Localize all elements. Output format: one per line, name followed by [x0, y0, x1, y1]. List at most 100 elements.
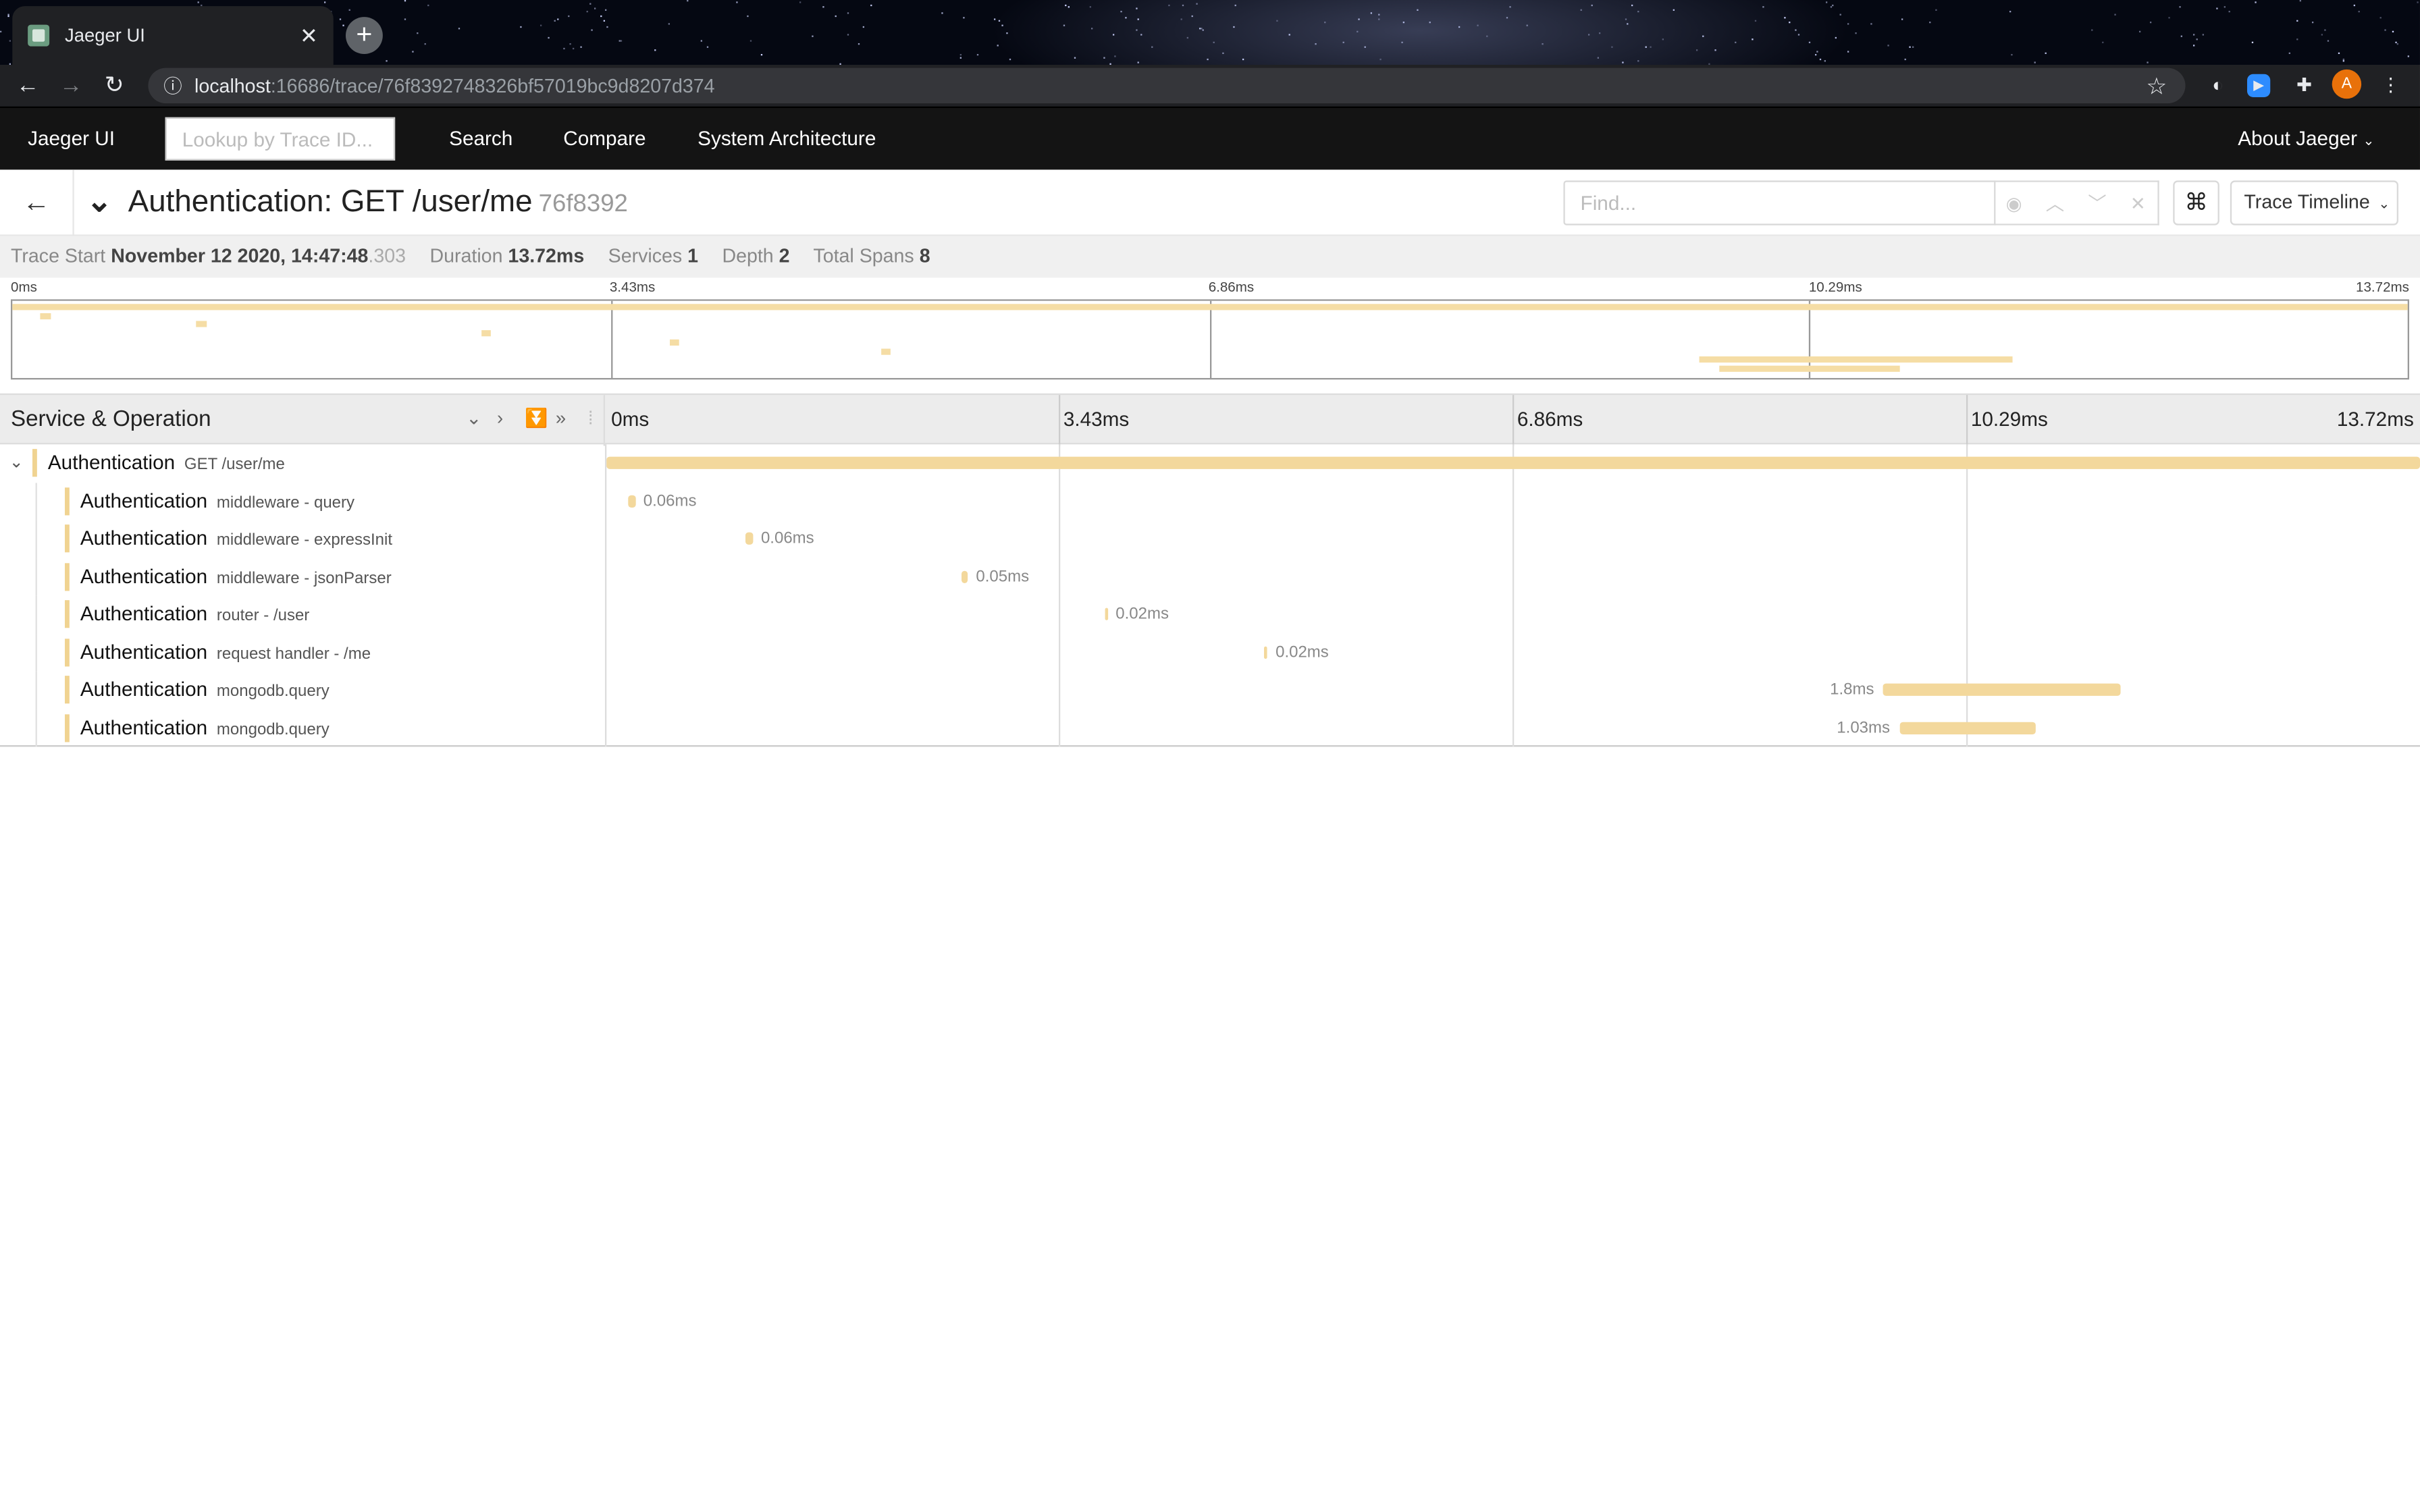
trace-view-select[interactable]: Trace Timeline ⌄: [2230, 180, 2398, 225]
minimap-gridline: [611, 300, 613, 378]
span-row[interactable]: Authentication mongodb.query 1.03ms: [0, 709, 2420, 747]
span-bar[interactable]: [1883, 683, 2122, 696]
services-label: Services: [608, 245, 683, 267]
tree-indent-guide: [35, 595, 37, 634]
span-name[interactable]: Authentication middleware - query: [80, 482, 354, 520]
collapse-one-icon[interactable]: ⌄: [466, 407, 481, 429]
span-bar[interactable]: [606, 456, 2420, 469]
bookmark-star-icon[interactable]: ☆: [2146, 72, 2167, 100]
jaeger-brand-link[interactable]: Jaeger UI: [28, 126, 115, 149]
browser-tab[interactable]: Jaeger UI ✕: [12, 6, 334, 65]
find-controls: ◉ ︿ ﹀ ✕: [1994, 180, 2159, 225]
tree-indent-guide: [35, 520, 37, 558]
focus-result-icon[interactable]: ◉: [2006, 192, 2022, 214]
span-row[interactable]: Authentication request handler - /me 0.02m…: [0, 633, 2420, 672]
span-service: Authentication: [80, 488, 208, 512]
span-operation: middleware - query: [216, 493, 355, 512]
span-row[interactable]: Authentication router - /user 0.02ms: [0, 595, 2420, 634]
nav-system-architecture-link[interactable]: System Architecture: [698, 126, 876, 149]
minimap-span-bar: [881, 348, 891, 354]
service-color-marker: [64, 676, 70, 704]
column-resize-handle[interactable]: ⁞: [588, 407, 594, 429]
span-duration-label: 0.02ms: [1275, 642, 1329, 662]
find-in-trace-input[interactable]: [1563, 180, 1996, 225]
span-operation: GET /user/me: [184, 455, 285, 474]
trace-start: Trace Start November 12 2020, 14:47:48.3…: [11, 245, 406, 267]
span-name[interactable]: Authentication router - /user: [80, 595, 309, 633]
tree-indent-guide: [35, 482, 37, 520]
reload-icon[interactable]: ↻: [99, 71, 130, 102]
services-value: 1: [687, 245, 699, 267]
span-bar[interactable]: [627, 494, 636, 507]
password-extension-icon[interactable]: ◐: [2204, 71, 2232, 99]
span-name[interactable]: Authentication GET /user/me: [48, 444, 285, 482]
timeline-tick: 3.43ms: [1063, 407, 1130, 431]
tabstrip-glow: [987, 0, 1852, 65]
span-row[interactable]: ⌄ Authentication GET /user/me: [0, 444, 2420, 482]
back-arrow-icon: ←: [22, 186, 51, 218]
tab-close-icon[interactable]: ✕: [300, 22, 318, 49]
depth-label: Depth: [722, 245, 774, 267]
next-result-icon[interactable]: ﹀: [2088, 190, 2106, 216]
prev-result-icon[interactable]: ︿: [2046, 190, 2064, 216]
extensions-puzzle-icon[interactable]: ✚: [2290, 71, 2318, 99]
minimap-tick: 10.29ms: [1808, 279, 1862, 295]
timeline-gridline: [1058, 395, 1061, 446]
about-jaeger-menu[interactable]: About Jaeger ⌄: [2238, 126, 2374, 149]
trace-minimap[interactable]: [10, 299, 2409, 380]
trace-title-text: Authentication: GET /user/me: [128, 185, 533, 219]
span-bar[interactable]: [1899, 721, 2036, 734]
profile-avatar[interactable]: A: [2332, 69, 2362, 99]
trace-duration: Duration 13.72ms: [429, 245, 584, 267]
jaeger-top-nav: Jaeger UI Search Compare System Architec…: [0, 107, 2420, 170]
span-bar[interactable]: [745, 532, 754, 545]
minimap-span-bar: [670, 339, 680, 346]
service-color-marker: [64, 524, 70, 553]
span-name[interactable]: Authentication middleware - jsonParser: [80, 558, 392, 595]
command-key-icon: ⌘: [2184, 190, 2208, 216]
browser-menu-icon[interactable]: ⋮: [2377, 71, 2404, 99]
timeline-header: Service & Operation ⌄ › ⏬ » ⁞ 0ms 3.43ms…: [0, 393, 2420, 446]
minimap-span-bar: [481, 330, 492, 337]
trace-id-lookup-input[interactable]: [165, 117, 396, 161]
span-operation: middleware - expressInit: [216, 531, 393, 549]
span-bar[interactable]: [962, 570, 968, 583]
address-bar[interactable]: ⓘ localhost:16686/trace/76f8392748326bf5…: [148, 68, 2186, 104]
minimap-span-bar: [40, 313, 51, 319]
service-color-marker: [64, 600, 70, 628]
collapse-details-chevron-icon[interactable]: ⌄: [86, 182, 112, 221]
expand-one-icon[interactable]: ›: [497, 407, 503, 429]
back-arrow-icon[interactable]: ←: [12, 71, 43, 102]
span-name[interactable]: Authentication middleware - expressInit: [80, 520, 392, 558]
span-name[interactable]: Authentication mongodb.query: [80, 671, 330, 709]
expand-all-icon[interactable]: »: [556, 407, 566, 429]
span-bar[interactable]: [1265, 645, 1268, 658]
span-name[interactable]: Authentication mongodb.query: [80, 709, 330, 747]
nav-search-link[interactable]: Search: [449, 126, 512, 149]
clear-search-icon[interactable]: ✕: [2130, 192, 2146, 214]
service-color-marker: [32, 449, 37, 477]
nav-compare-link[interactable]: Compare: [563, 126, 646, 149]
trace-total-spans: Total Spans 8: [813, 245, 930, 267]
span-row[interactable]: Authentication mongodb.query 1.8ms: [0, 671, 2420, 709]
span-row[interactable]: Authentication middleware - jsonParser 0.0…: [0, 558, 2420, 596]
info-icon[interactable]: ⓘ: [163, 72, 182, 99]
tree-indent-guide: [35, 558, 37, 596]
minimap-tick: 6.86ms: [1208, 279, 1255, 295]
span-row[interactable]: Authentication middleware - query 0.06ms: [0, 482, 2420, 520]
span-collapse-chevron-icon[interactable]: ⌄: [9, 452, 24, 472]
zoom-extension-icon[interactable]: ▶: [2246, 74, 2271, 97]
span-service: Authentication: [80, 715, 208, 738]
keyboard-shortcuts-button[interactable]: ⌘: [2173, 180, 2219, 225]
span-service: Authentication: [80, 526, 208, 549]
span-row[interactable]: Authentication middleware - expressInit 0.…: [0, 520, 2420, 558]
span-name[interactable]: Authentication request handler - /me: [80, 633, 371, 671]
collapse-all-icon[interactable]: ⏬: [525, 407, 548, 429]
span-operation: mongodb.query: [216, 720, 330, 738]
browser-tab-title: Jaeger UI: [64, 24, 145, 47]
back-to-search-button[interactable]: ←: [0, 169, 74, 236]
span-bar[interactable]: [1105, 608, 1108, 620]
trace-id-short: 76f8392: [538, 191, 628, 218]
forward-arrow-icon[interactable]: →: [55, 71, 86, 102]
new-tab-button[interactable]: +: [345, 17, 383, 54]
